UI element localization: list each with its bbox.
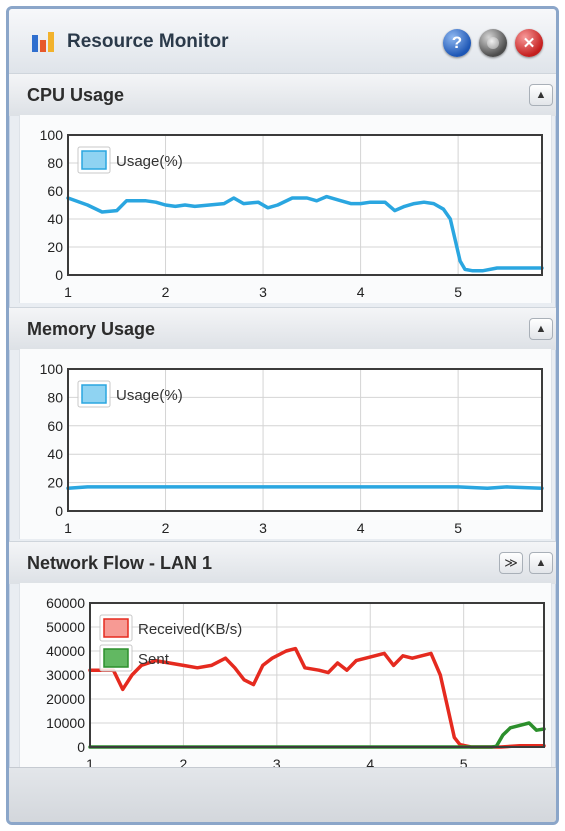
bottom-status-bar [9, 767, 556, 822]
y-tick-label: 40 [47, 446, 63, 462]
resource-monitor-app-icon [32, 32, 54, 52]
resource-monitor-window: Resource Monitor ? ✕ CPU Usage ▲ 1 2 3 4 5 0 2… [6, 6, 559, 825]
triangle-up-icon: ▲ [535, 323, 547, 335]
x-tick-label: 5 [454, 520, 462, 536]
x-tick-label: 2 [162, 520, 170, 536]
x-tick-label: 1 [64, 520, 72, 536]
y-tick-label: 40 [47, 211, 63, 227]
x-tick-label: 1 [64, 284, 72, 300]
x-tick-label: 2 [162, 284, 170, 300]
legend-swatch [103, 648, 129, 668]
y-tick-label: 0 [55, 267, 63, 283]
double-chevron-down-icon: ≫ [504, 555, 518, 570]
legend-swatch [103, 618, 129, 638]
x-tick-label: 3 [259, 520, 267, 536]
cpu-usage-chart: 1 2 3 4 5 0 20 40 60 80 100 Usage(%) [40, 127, 544, 300]
network-flow-chart: 1 2 3 4 50100002000030000400005000060000Rece… [46, 595, 546, 772]
legend-label: Usage(%) [116, 387, 183, 404]
triangle-up-icon: ▲ [535, 89, 547, 101]
network-panel-header: Network Flow - LAN 1 ≫ ▲ [9, 541, 556, 584]
y-tick-label: 20000 [46, 691, 85, 707]
y-tick-label: 100 [40, 361, 64, 377]
close-button[interactable]: ✕ [515, 29, 543, 57]
y-tick-label: 80 [47, 389, 63, 405]
cpu-chart-area: 1 2 3 4 5 0 20 40 60 80 100 Usage(%) [19, 115, 552, 303]
y-tick-label: 30000 [46, 667, 85, 683]
cpu-panel-header: CPU Usage ▲ [9, 73, 556, 116]
memory-usage-chart: 1 2 3 4 5 0 20 40 60 80 100 Usage(%) [40, 361, 544, 536]
memory-panel-title: Memory Usage [27, 319, 156, 339]
y-tick-label: 0 [55, 503, 63, 519]
series-line-primary [66, 485, 544, 491]
legend-label: Usage(%) [116, 153, 183, 170]
triangle-up-icon: ▲ [535, 557, 547, 569]
minimize-icon [487, 37, 499, 49]
help-icon: ? [451, 33, 463, 52]
y-tick-label: 10000 [46, 715, 85, 731]
network-chart-area: 1 2 3 4 5 0 10000 20000 30000 40000 50000 60000 Rece… [19, 583, 552, 773]
legend-swatch [81, 150, 107, 170]
minimize-button[interactable] [479, 29, 507, 57]
title-bar[interactable]: Resource Monitor ? ✕ [9, 9, 556, 74]
network-panel-title: Network Flow - LAN 1 [27, 553, 213, 573]
x-tick-label: 3 [259, 284, 267, 300]
memory-collapse-button[interactable]: ▲ [529, 318, 553, 340]
legend-label: Sent [138, 651, 170, 668]
x-tick-label: 5 [454, 284, 462, 300]
close-icon: ✕ [522, 35, 536, 52]
cpu-collapse-button[interactable]: ▲ [529, 84, 553, 106]
y-tick-label: 60 [47, 183, 63, 199]
network-expand-button[interactable]: ≫ [499, 552, 523, 574]
network-collapse-button[interactable]: ▲ [529, 552, 553, 574]
x-tick-label: 4 [357, 520, 365, 536]
y-tick-label: 0 [77, 739, 85, 755]
y-tick-label: 20 [47, 475, 63, 491]
y-tick-label: 40000 [46, 643, 85, 659]
window-title: Resource Monitor [67, 31, 229, 52]
y-tick-label: 80 [47, 155, 63, 171]
y-tick-label: 60 [47, 418, 63, 434]
y-tick-label: 100 [40, 127, 64, 143]
x-tick-label: 4 [357, 284, 365, 300]
memory-panel-header: Memory Usage ▲ [9, 307, 556, 350]
help-button[interactable]: ? [443, 29, 471, 57]
y-tick-label: 50000 [46, 619, 85, 635]
y-tick-label: 20 [47, 239, 63, 255]
memory-chart-area: 1 2 3 4 5 0 20 40 60 80 100 Usage(%) [19, 349, 552, 539]
legend-swatch [81, 384, 107, 404]
legend-label: Received(KB/s) [138, 621, 242, 638]
cpu-panel-title: CPU Usage [27, 85, 125, 105]
y-tick-label: 60000 [46, 595, 85, 611]
